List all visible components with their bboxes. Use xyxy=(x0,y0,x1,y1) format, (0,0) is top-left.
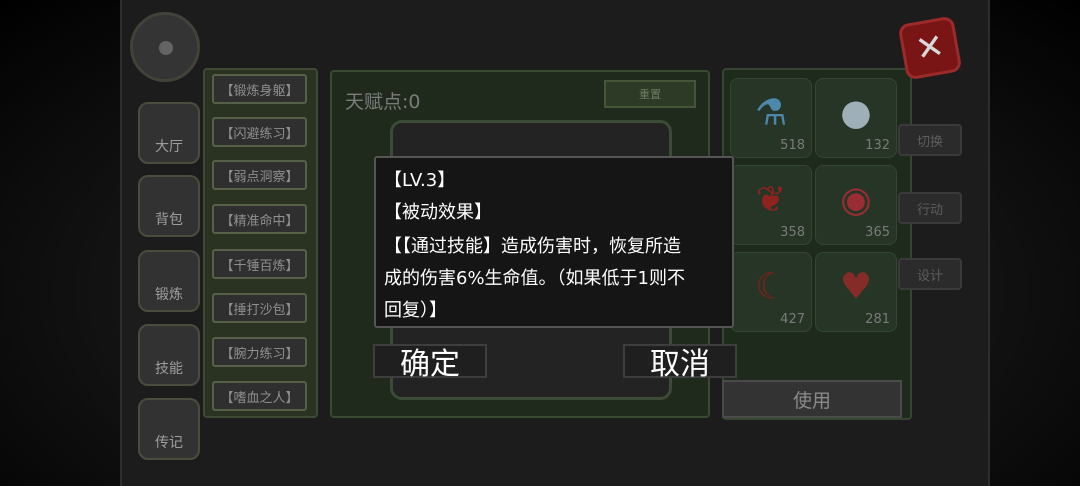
skill-description-line: 【【通过技能】造成伤害时，恢复所造 xyxy=(384,236,681,257)
sidebar-item-label: 大厅 xyxy=(155,139,183,155)
confirm-button[interactable]: 确定 xyxy=(373,344,487,382)
tab-switch[interactable]: 切换 xyxy=(898,124,962,156)
skill-item[interactable]: 【千锤百炼】 xyxy=(212,249,307,279)
orb-icon: ◉ xyxy=(840,179,872,221)
sidebar-item-label: 锻炼 xyxy=(155,287,183,303)
inventory-slot[interactable]: ⚗ 518 xyxy=(730,78,812,158)
sidebar-item-train[interactable]: 锻炼 xyxy=(138,250,200,312)
use-button[interactable]: 使用 xyxy=(722,380,902,418)
skill-level: 【LV.3】 xyxy=(384,170,456,191)
skill-description-line: 成的伤害6%生命值。（如果低于1则不 xyxy=(384,268,686,289)
item-count: 281 xyxy=(865,312,890,327)
skill-description-line: 回复）】 xyxy=(384,300,447,321)
reset-button[interactable]: 重置 xyxy=(604,80,696,108)
item-count: 132 xyxy=(865,138,890,153)
skill-item[interactable]: 【锻炼身躯】 xyxy=(212,74,307,104)
inventory-slot[interactable]: ● 132 xyxy=(815,78,897,158)
skill-item[interactable]: 【腕力练习】 xyxy=(212,337,307,367)
skill-type: 【被动效果】 xyxy=(384,202,492,223)
skill-item[interactable]: 【嗜血之人】 xyxy=(212,381,307,411)
skill-item[interactable]: 【精准命中】 xyxy=(212,204,307,234)
potion-icon: ⚗ xyxy=(754,92,788,134)
inventory-slot[interactable]: ◉ 365 xyxy=(815,165,897,245)
skill-item[interactable]: 【闪避练习】 xyxy=(212,117,307,147)
berry-icon: ❦ xyxy=(755,179,787,221)
claw-icon: ☾ xyxy=(754,266,788,308)
item-count: 365 xyxy=(865,225,890,240)
heart-icon: ♥ xyxy=(839,266,873,308)
item-count: 427 xyxy=(780,312,805,327)
inventory-slot[interactable]: ☾ 427 xyxy=(730,252,812,332)
item-count: 518 xyxy=(780,138,805,153)
sidebar-item-lobby[interactable]: 大厅 xyxy=(138,102,200,164)
skill-detail-dialog: 【LV.3】 【被动效果】 【【通过技能】造成伤害时，恢复所造 成的伤害6%生命… xyxy=(374,156,734,328)
skill-item[interactable]: 【捶打沙包】 xyxy=(212,293,307,323)
sidebar-item-skills[interactable]: 技能 xyxy=(138,324,200,386)
tab-design[interactable]: 设计 xyxy=(898,258,962,290)
sidebar-item-label: 技能 xyxy=(155,361,183,377)
sidebar-item-label: 背包 xyxy=(155,212,183,228)
sidebar-item-label: 传记 xyxy=(155,435,183,451)
skill-item[interactable]: 【弱点洞察】 xyxy=(212,160,307,190)
item-count: 358 xyxy=(780,225,805,240)
inventory-slot[interactable]: ♥ 281 xyxy=(815,252,897,332)
inventory-slot[interactable]: ❦ 358 xyxy=(730,165,812,245)
talent-points-label: 天赋点:0 xyxy=(345,91,421,113)
close-button[interactable]: ✕ xyxy=(897,15,963,81)
tab-action[interactable]: 行动 xyxy=(898,192,962,224)
joystick-icon[interactable] xyxy=(130,12,200,82)
sidebar-item-bio[interactable]: 传记 xyxy=(138,398,200,460)
sidebar-item-bag[interactable]: 背包 xyxy=(138,175,200,237)
close-icon: ✕ xyxy=(912,25,948,71)
cancel-button[interactable]: 取消 xyxy=(623,344,737,382)
slime-icon: ● xyxy=(840,92,872,134)
